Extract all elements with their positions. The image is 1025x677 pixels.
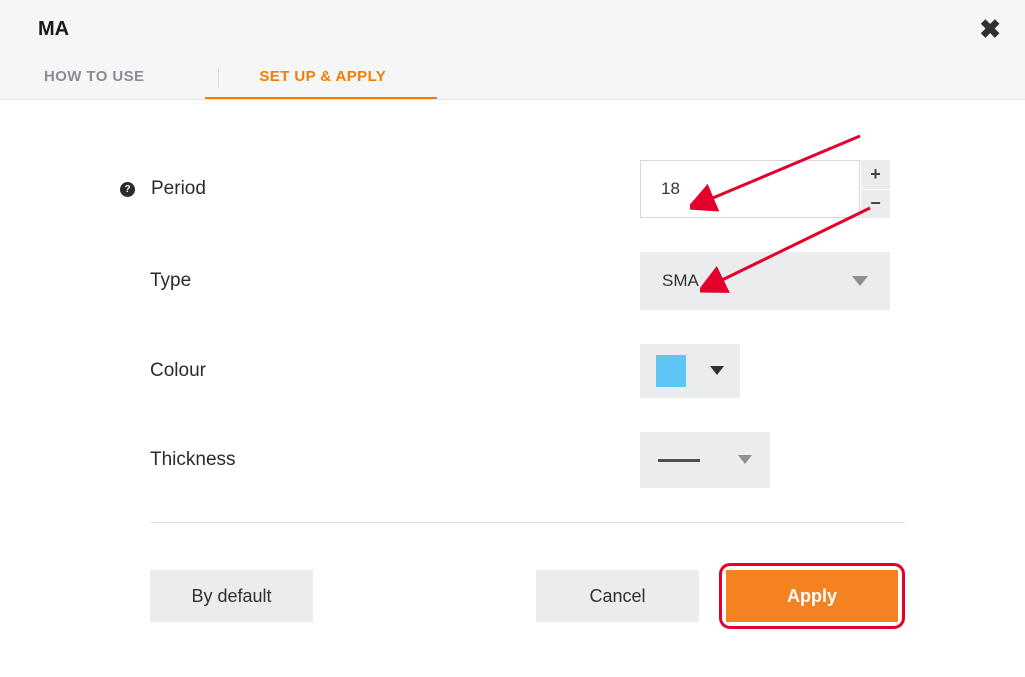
colour-label: Colour [150,360,206,382]
colour-swatch [656,355,686,387]
default-button[interactable]: By default [150,570,313,622]
colour-select[interactable] [640,344,740,398]
chevron-down-icon [710,362,724,380]
close-icon[interactable]: ✖ [979,16,1001,42]
chevron-down-icon [852,271,868,291]
row-type: Type SMA [150,252,905,310]
period-increment-button[interactable]: + [860,160,890,189]
divider [150,522,905,523]
row-colour: Colour [150,344,905,398]
thickness-select[interactable] [640,432,770,488]
thickness-label: Thickness [150,449,236,471]
type-select[interactable]: SMA [640,252,890,310]
row-thickness: Thickness [150,432,905,488]
chevron-down-icon [738,451,752,469]
help-icon[interactable]: ? [120,182,135,197]
dialog-header: MA ✖ HOW TO USE SET UP & APPLY [0,0,1025,100]
tab-separator [218,68,219,88]
active-tab-underline [205,97,437,99]
period-stepper: + − [640,160,890,218]
row-period: ? Period + − [150,160,905,218]
cancel-button[interactable]: Cancel [536,570,699,622]
type-value: SMA [662,271,699,291]
apply-button[interactable]: Apply [726,570,898,622]
period-decrement-button[interactable]: − [860,189,890,219]
period-input[interactable] [640,160,860,218]
tab-setup-apply[interactable]: SET UP & APPLY [259,68,406,99]
settings-panel: ? Period + − Type SMA [0,100,1025,669]
period-label: Period [151,178,206,200]
tab-how-to-use[interactable]: HOW TO USE [44,68,164,99]
type-label: Type [150,270,191,292]
tabs: HOW TO USE SET UP & APPLY [0,68,1025,99]
footer-buttons: By default Cancel Apply [150,563,905,629]
thickness-sample [658,459,700,462]
apply-highlight: Apply [719,563,905,629]
dialog-title: MA [38,18,69,41]
